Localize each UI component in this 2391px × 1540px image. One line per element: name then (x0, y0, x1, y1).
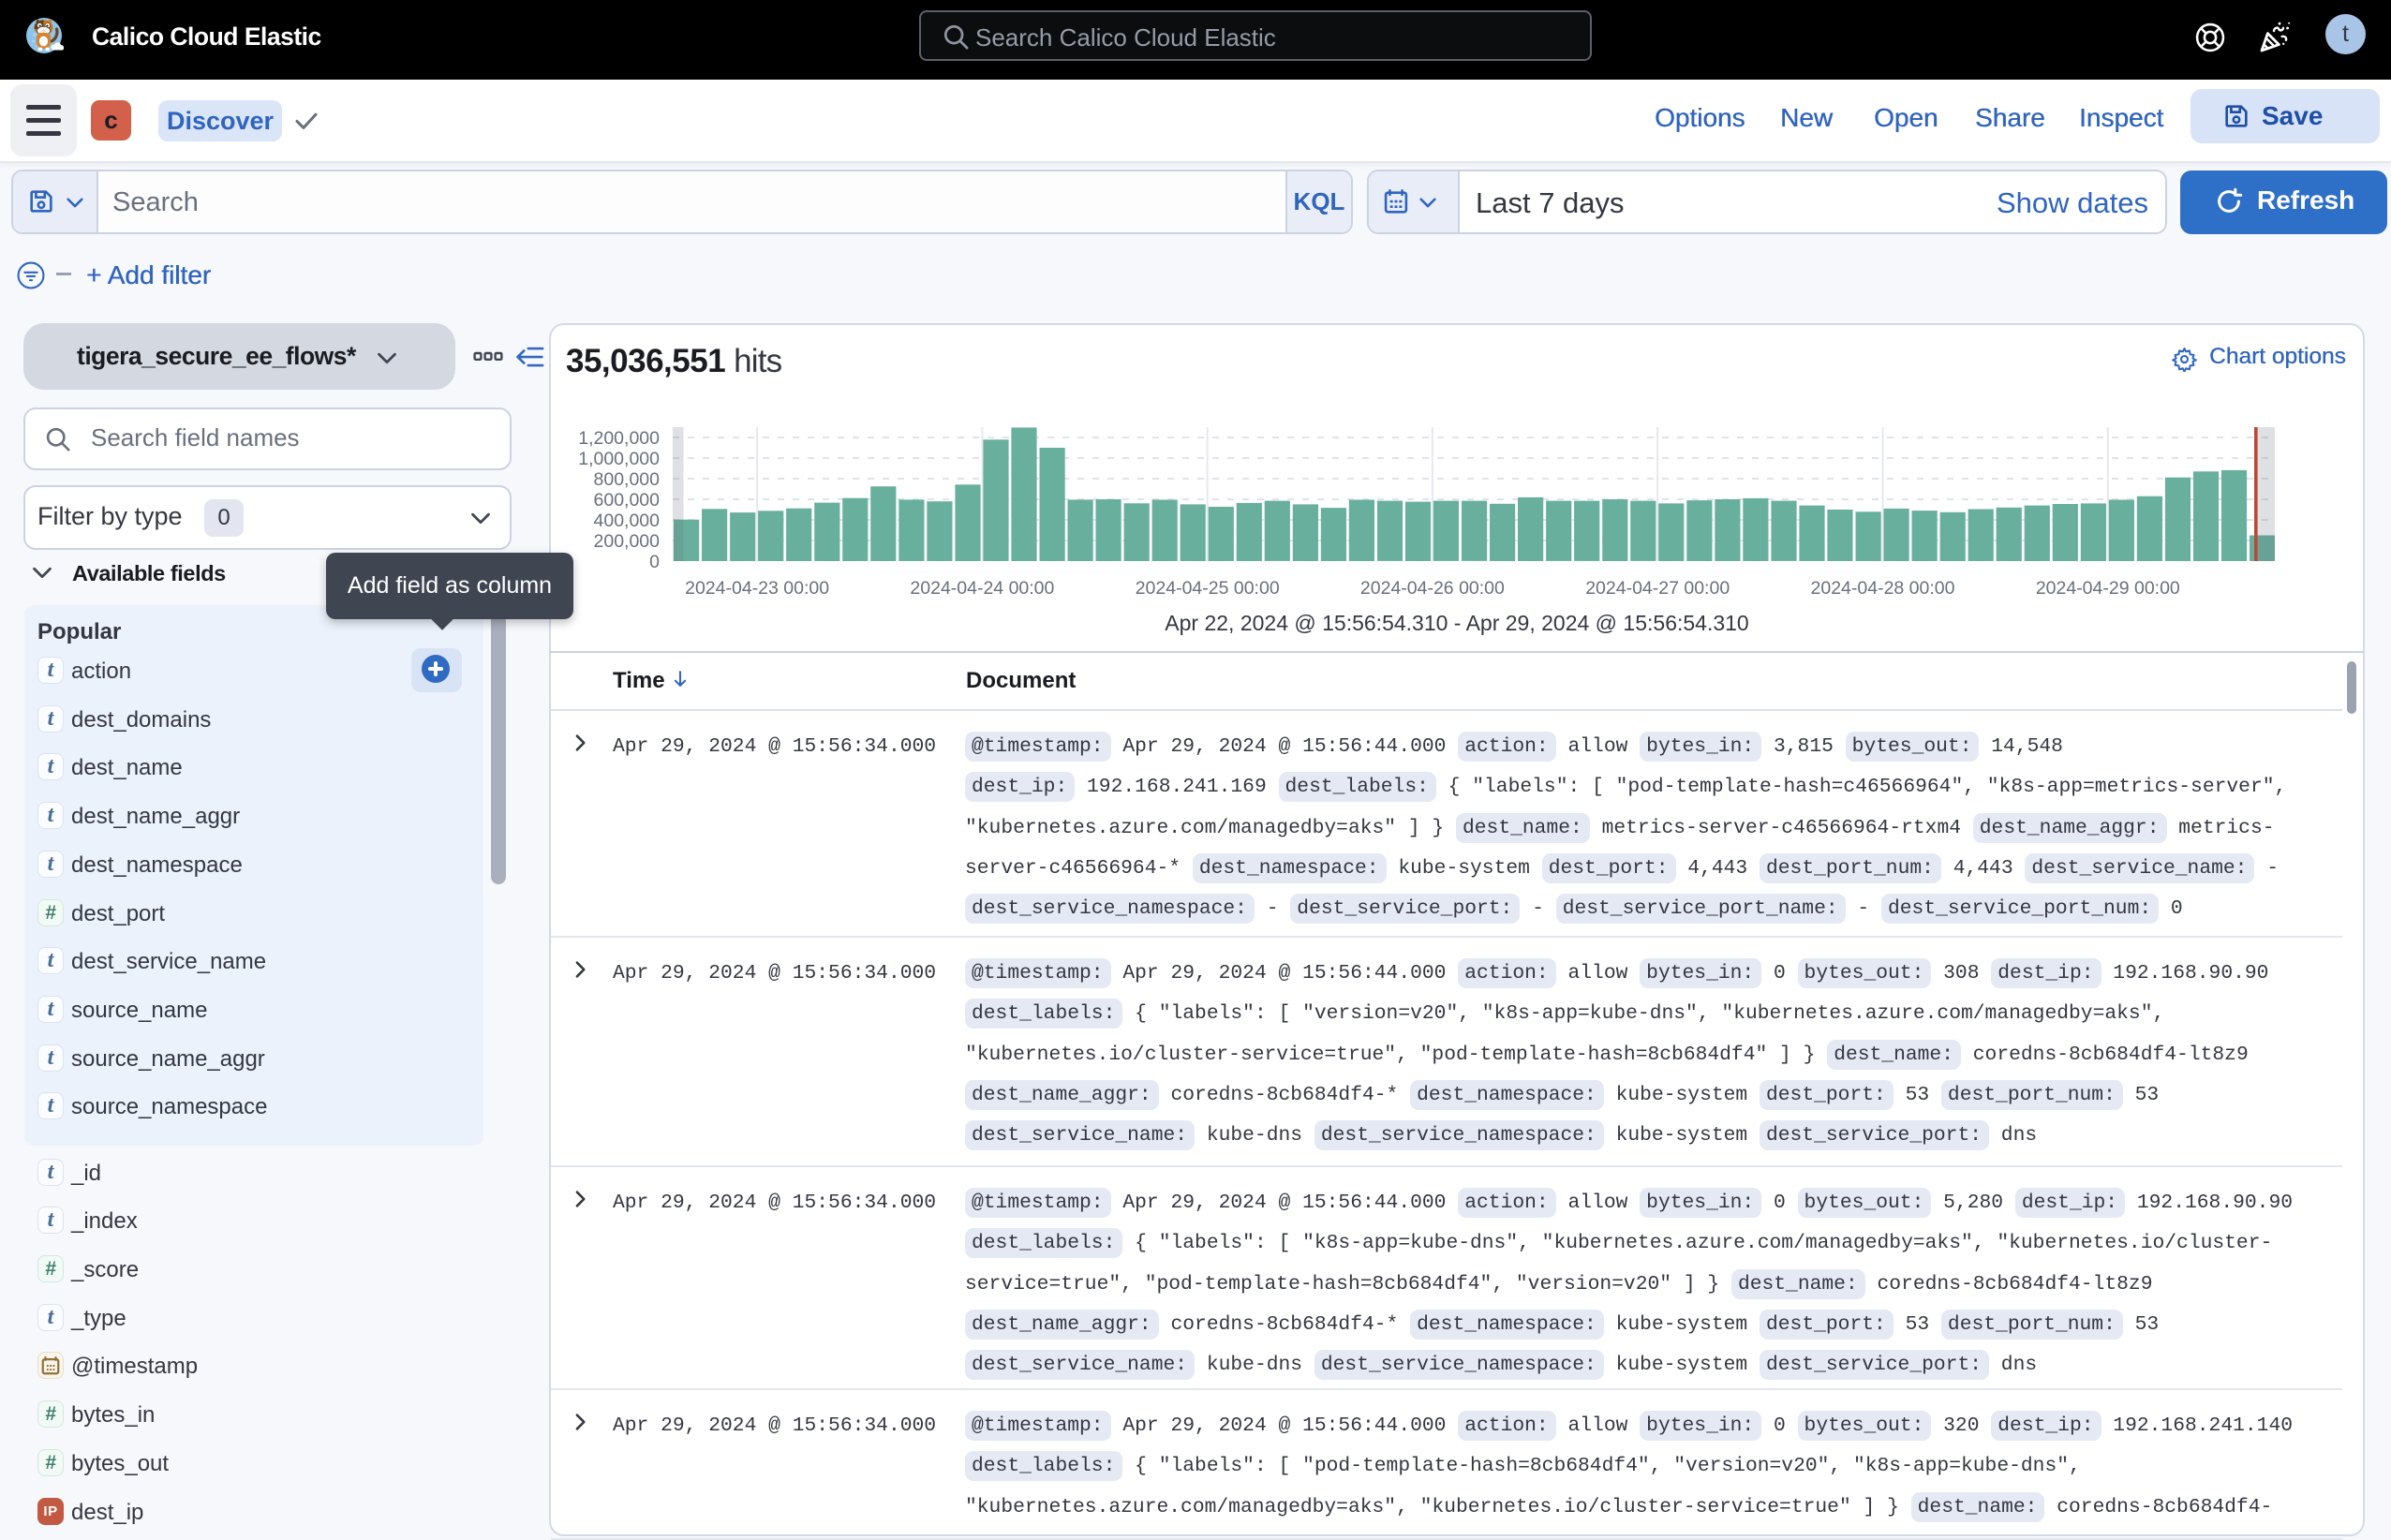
svg-text:2024-04-27 00:00: 2024-04-27 00:00 (1585, 578, 1730, 599)
svg-text:1,000,000: 1,000,000 (578, 449, 660, 469)
svg-text:1,200,000: 1,200,000 (578, 428, 660, 449)
svg-text:600,000: 600,000 (594, 490, 661, 511)
svg-text:0: 0 (649, 552, 660, 572)
svg-text:800,000: 800,000 (594, 469, 661, 490)
svg-text:2024-04-25 00:00: 2024-04-25 00:00 (1136, 578, 1280, 599)
svg-text:2024-04-26 00:00: 2024-04-26 00:00 (1360, 578, 1505, 599)
svg-text:200,000: 200,000 (594, 531, 661, 552)
svg-text:2024-04-28 00:00: 2024-04-28 00:00 (1811, 578, 1955, 599)
svg-text:2024-04-23 00:00: 2024-04-23 00:00 (685, 578, 829, 599)
svg-text:2024-04-29 00:00: 2024-04-29 00:00 (2036, 578, 2180, 599)
svg-text:2024-04-24 00:00: 2024-04-24 00:00 (910, 578, 1054, 599)
svg-text:400,000: 400,000 (594, 511, 661, 531)
